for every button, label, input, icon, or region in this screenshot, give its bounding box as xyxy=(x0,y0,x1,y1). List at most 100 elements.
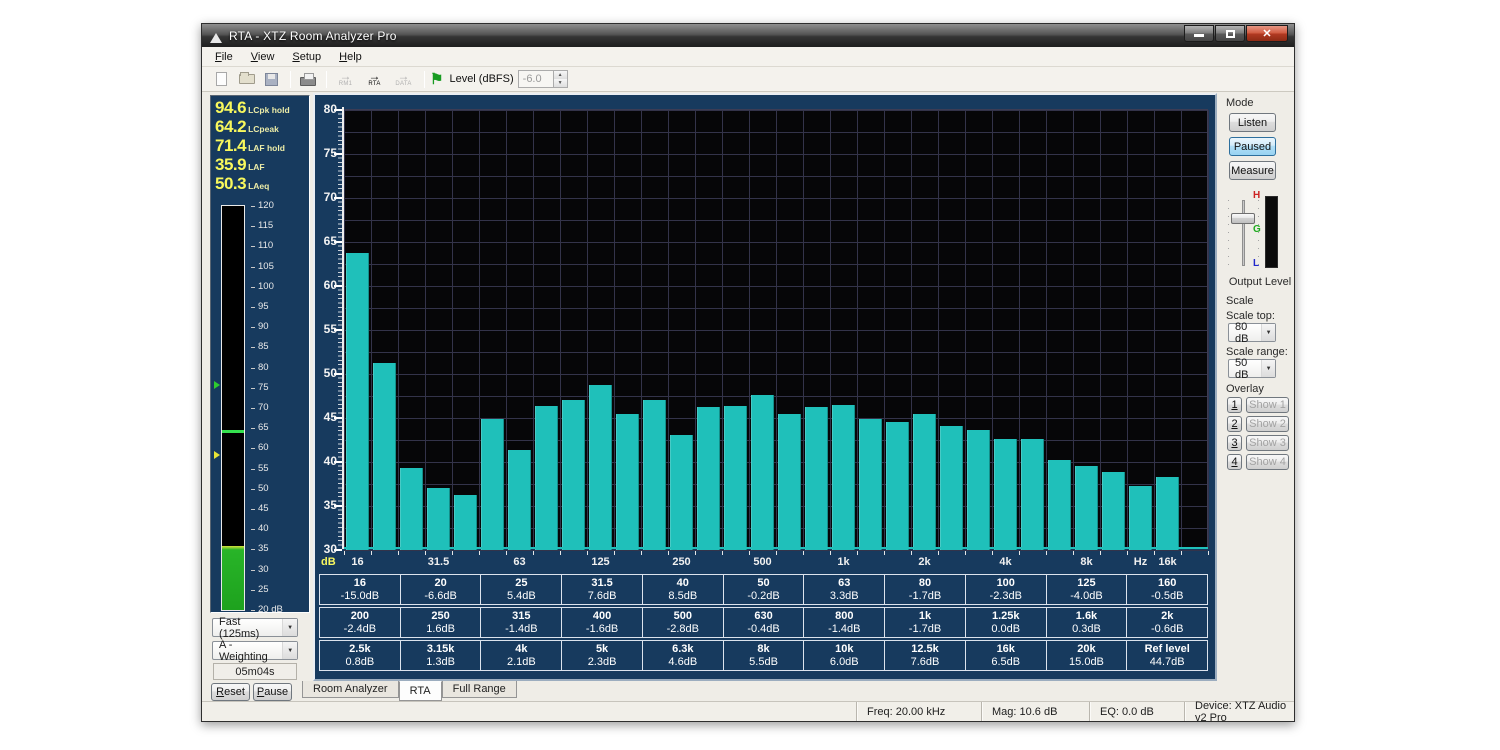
response-select[interactable]: Fast (125ms) ▼ xyxy=(212,618,298,637)
meter-scale-label: 120 xyxy=(258,201,274,211)
meter-tick xyxy=(251,246,255,247)
meter-tick xyxy=(251,428,255,429)
plot-area[interactable] xyxy=(344,109,1208,549)
eq-cell-value: 4.6dB xyxy=(668,656,697,669)
menu-help[interactable]: Help xyxy=(330,48,371,66)
meter-scale-label: 55 xyxy=(258,464,269,474)
arrow-caption: DATA xyxy=(395,81,411,88)
pause-button[interactable]: Pause xyxy=(253,683,292,701)
weighting-select[interactable]: A - Weighting ▼ xyxy=(212,641,298,660)
level-value[interactable]: -6.0 xyxy=(518,70,554,88)
eq-cell-freq: 400 xyxy=(593,610,611,623)
eq-cell-value: -1.7dB xyxy=(909,623,941,636)
eq-cell-value: -6.6dB xyxy=(424,590,456,603)
eq-cell-value: 44.7dB xyxy=(1150,656,1185,669)
x-tick xyxy=(857,551,858,555)
scale-top-select[interactable]: 80 dB ▼ xyxy=(1228,323,1276,342)
status-section: Freq: 20.00 kHz xyxy=(856,702,981,721)
status-bar: Freq: 20.00 kHzMag: 10.6 dBEQ: 0.0 dBDev… xyxy=(202,701,1294,721)
rta-bar-315 xyxy=(697,407,720,550)
minimize-button[interactable] xyxy=(1184,25,1214,42)
x-tick-label: 16k xyxy=(1158,556,1176,568)
overlay-2-button[interactable]: 2 xyxy=(1227,416,1242,432)
overlay-4-button[interactable]: 4 xyxy=(1227,454,1242,470)
eq-cell-freq: 16k xyxy=(997,643,1015,656)
rta-bar-4k xyxy=(994,439,1017,550)
spin-up-icon[interactable]: ▲ xyxy=(554,71,567,79)
eq-cell-160: 160-0.5dB xyxy=(1126,575,1207,604)
elapsed-timer: 05m04s xyxy=(213,663,297,680)
close-button[interactable]: ✕ xyxy=(1246,25,1288,42)
reading-label: LAF hold xyxy=(248,143,285,153)
meter-scale-label: 85 xyxy=(258,342,269,352)
response-value: Fast (125ms) xyxy=(219,616,282,640)
tab-full-range[interactable]: Full Range xyxy=(442,681,517,698)
reading-value: 71.4 xyxy=(215,136,246,156)
mode-listen-button[interactable]: Listen xyxy=(1229,113,1276,132)
eq-cell-value: -1.4dB xyxy=(828,623,860,636)
overlay-1-button[interactable]: 1 xyxy=(1227,397,1242,413)
eq-cell-freq: 1.6k xyxy=(1076,610,1097,623)
mode-measure-button[interactable]: Measure xyxy=(1229,161,1276,180)
x-tick-label: 31.5 xyxy=(428,556,449,568)
x-tick xyxy=(479,551,480,555)
reset-button[interactable]: Reset xyxy=(211,683,250,701)
eq-cell-freq: 1.25k xyxy=(992,610,1020,623)
eq-cell-freq: 800 xyxy=(835,610,853,623)
print-button[interactable] xyxy=(296,69,319,90)
output-level-slider-track xyxy=(1242,200,1245,266)
x-tick-label: 16 xyxy=(351,556,363,568)
menu-view[interactable]: View xyxy=(242,48,284,66)
x-tick xyxy=(1154,551,1155,555)
chevron-down-icon: ▼ xyxy=(282,619,297,636)
mode-paused-button[interactable]: Paused xyxy=(1229,137,1276,156)
eq-cell-freq: Ref level xyxy=(1145,643,1190,656)
arrow-caption: RTA xyxy=(368,81,380,88)
eq-cell-value: -2.8dB xyxy=(667,623,699,636)
spin-down-icon[interactable]: ▼ xyxy=(554,79,567,87)
meter-tick xyxy=(251,307,255,308)
slider-ticks xyxy=(1228,200,1229,266)
printer-icon xyxy=(300,77,316,86)
x-tick-label: 8k xyxy=(1080,556,1092,568)
eq-cell-freq: 125 xyxy=(1077,577,1095,590)
tab-room-analyzer[interactable]: Room Analyzer xyxy=(302,681,399,698)
chevron-down-icon: ▼ xyxy=(282,642,297,659)
gridline xyxy=(911,110,912,549)
new-file-icon xyxy=(216,72,227,86)
x-tick xyxy=(425,551,426,555)
scale-top-value: 80 dB xyxy=(1235,321,1261,345)
overlay-show-label: Show 2 xyxy=(1249,418,1286,430)
signal-l-label: L xyxy=(1253,259,1259,269)
y-tick xyxy=(334,285,342,287)
meter-scale-label: 60 xyxy=(258,443,269,453)
menu-file[interactable]: File xyxy=(206,48,242,66)
x-tick xyxy=(1208,551,1209,555)
meter-scale-label: 80 xyxy=(258,363,269,373)
overlay-3-button[interactable]: 3 xyxy=(1227,435,1242,451)
menu-setup[interactable]: Setup xyxy=(283,48,330,66)
tab-rta[interactable]: RTA xyxy=(399,681,442,701)
meter-tick xyxy=(251,287,255,288)
gridline xyxy=(344,110,345,549)
meter-scale-label: 20 dB xyxy=(258,605,283,615)
eq-cell-freq: 1k xyxy=(919,610,931,623)
status-section: Mag: 10.6 dB xyxy=(981,702,1089,721)
reading-value: 50.3 xyxy=(215,174,246,194)
x-tick xyxy=(722,551,723,555)
weighting-value: A - Weighting xyxy=(219,639,282,663)
eq-cell-value: 0.8dB xyxy=(345,656,374,669)
eq-cell-freq: 250 xyxy=(431,610,449,623)
x-tick xyxy=(668,551,669,555)
toolbar-rta-button[interactable]: →RTA xyxy=(361,69,388,90)
maximize-button[interactable] xyxy=(1215,25,1245,42)
gridline xyxy=(884,110,885,549)
eq-cell-freq: 40 xyxy=(677,577,689,590)
output-level-slider-handle[interactable] xyxy=(1231,213,1255,224)
x-tick-label: 250 xyxy=(672,556,690,568)
rta-bar-250 xyxy=(670,435,693,550)
meter-scale-label: 25 xyxy=(258,585,269,595)
toolbar-rm1-button: →RM1 xyxy=(332,69,359,90)
scale-range-select[interactable]: 50 dB ▼ xyxy=(1228,359,1276,378)
gridline xyxy=(857,110,858,549)
